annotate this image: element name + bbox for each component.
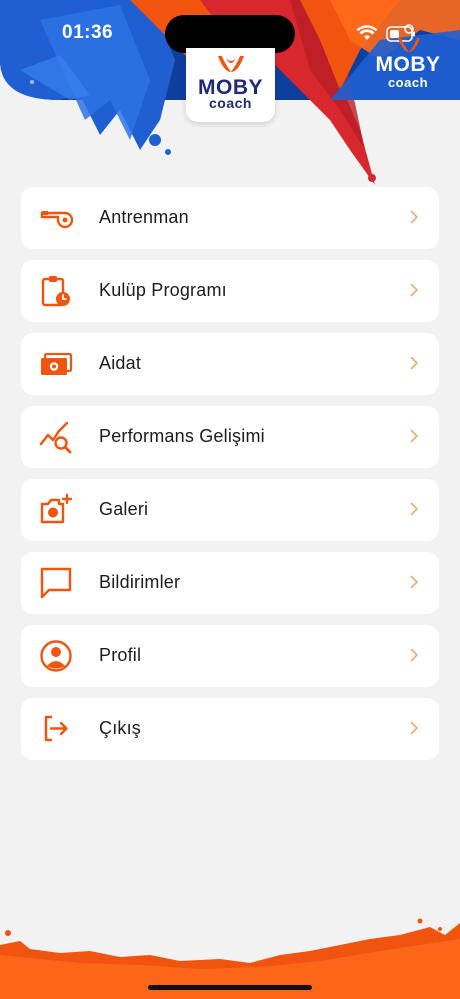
corner-logo-coach-text: coach <box>387 75 429 90</box>
menu-item-bildirimler[interactable]: Bildirimler <box>21 552 439 614</box>
chevron-right-icon <box>410 429 419 443</box>
chevron-right-icon <box>410 283 419 297</box>
chevron-right-icon <box>410 721 419 735</box>
wings-mark-icon <box>218 56 244 72</box>
status-time: 01:36 <box>62 22 114 43</box>
message-icon <box>40 567 72 599</box>
user-circle-icon <box>40 640 72 672</box>
chevron-right-icon <box>410 210 419 224</box>
menu-item-profil[interactable]: Profil <box>21 625 439 687</box>
menu-item-antrenman[interactable]: Antrenman <box>21 187 439 249</box>
logo-coach-text: coach <box>209 95 252 111</box>
menu-item-galeri[interactable]: Galeri <box>21 479 439 541</box>
chart-search-icon <box>39 421 72 454</box>
menu-item-aidat[interactable]: Aidat <box>21 333 439 395</box>
chevron-right-icon <box>410 648 419 662</box>
menu-item-performans-gelisimi[interactable]: Performans Gelişimi <box>21 406 439 468</box>
home-indicator <box>148 985 312 990</box>
wings-mark-icon <box>398 24 420 52</box>
camera-plus-icon <box>40 493 73 524</box>
clipboard-clock-icon <box>41 276 70 307</box>
menu-item-kulup-programi[interactable]: Kulüp Programı <box>21 260 439 322</box>
chevron-right-icon <box>410 575 419 589</box>
chevron-right-icon <box>410 356 419 370</box>
main-menu: Antrenman Kulüp Programı Aidat Performan… <box>21 187 439 771</box>
menu-item-label: Performans Gelişimi <box>99 426 265 446</box>
menu-item-label: Bildirimler <box>99 572 181 592</box>
menu-item-label: Aidat <box>99 353 142 373</box>
header-banner: 01:36 MOBY coach MOBY coach <box>0 0 460 200</box>
menu-item-label: Kulüp Programı <box>99 280 227 300</box>
corner-logo: MOBY coach <box>374 24 442 90</box>
menu-item-label: Profil <box>99 645 142 665</box>
menu-item-cikis[interactable]: Çıkış <box>21 698 439 760</box>
menu-item-label: Çıkış <box>99 718 142 738</box>
wifi-icon <box>356 25 378 40</box>
logout-icon <box>44 715 68 742</box>
whistle-icon <box>40 211 73 229</box>
chevron-right-icon <box>410 502 419 516</box>
menu-item-label: Galeri <box>99 499 149 519</box>
moby-coach-logo: MOBY coach <box>186 48 275 122</box>
corner-logo-moby-text: MOBY <box>375 53 441 76</box>
cash-icon <box>41 352 73 375</box>
menu-item-label: Antrenman <box>99 207 189 227</box>
